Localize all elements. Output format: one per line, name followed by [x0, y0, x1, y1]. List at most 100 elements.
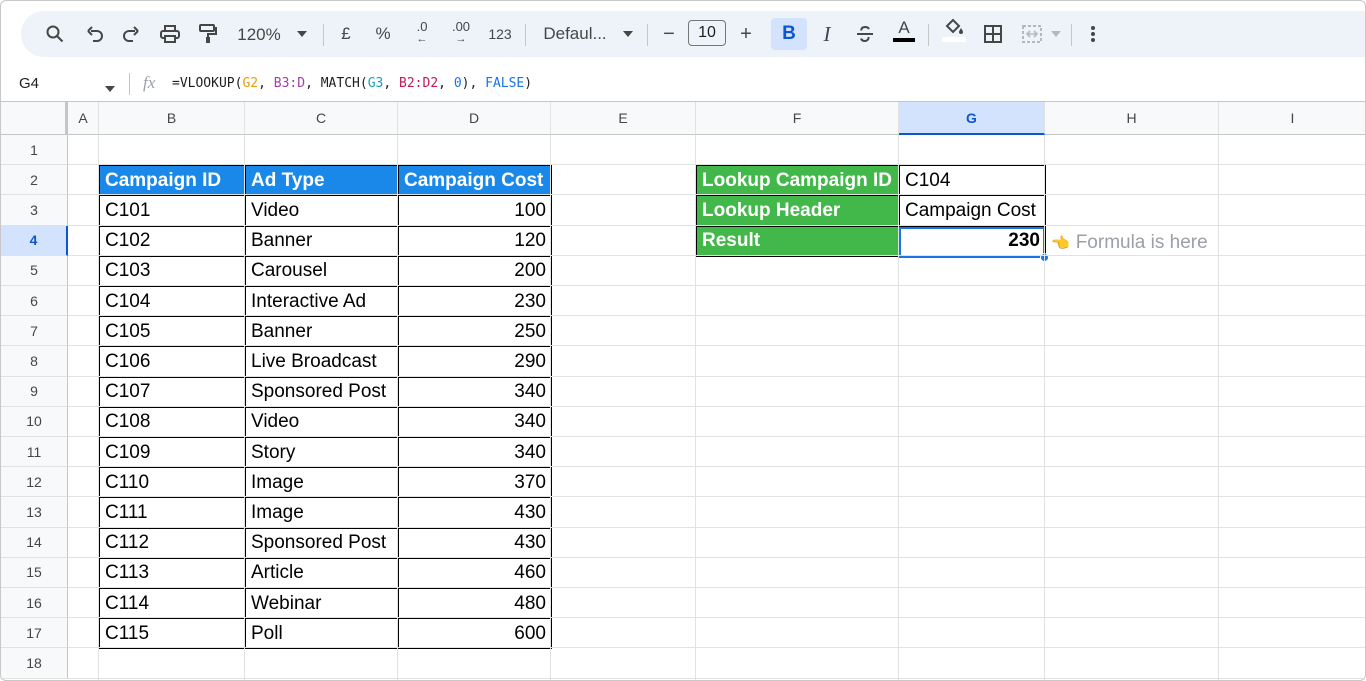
more-options-icon[interactable]: [1083, 11, 1103, 57]
number-format-button[interactable]: 123: [485, 11, 515, 57]
row-header-7[interactable]: 7: [1, 316, 68, 347]
column-header-i[interactable]: I: [1219, 102, 1365, 135]
row-header-4[interactable]: 4: [1, 225, 68, 256]
table-cell[interactable]: Article: [245, 557, 399, 589]
row-header-10[interactable]: 10: [1, 406, 68, 437]
table-cell[interactable]: 120: [398, 225, 552, 257]
table-cell[interactable]: Live Broadcast: [245, 346, 399, 378]
table-cell[interactable]: Video: [245, 406, 399, 438]
undo-icon[interactable]: [83, 11, 107, 57]
row-header-11[interactable]: 11: [1, 437, 68, 468]
row-header-15[interactable]: 15: [1, 557, 68, 588]
column-header-b[interactable]: B: [99, 102, 245, 135]
table-cell[interactable]: 200: [398, 255, 552, 287]
increase-decimal-button[interactable]: .00 →: [447, 9, 475, 55]
bold-button[interactable]: B: [771, 18, 807, 50]
row-header-17[interactable]: 17: [1, 618, 68, 649]
table-cell[interactable]: C115: [99, 618, 246, 650]
table-cell[interactable]: 370: [398, 467, 552, 499]
row-header-9[interactable]: 9: [1, 376, 68, 407]
row-header-14[interactable]: 14: [1, 527, 68, 558]
currency-format-button[interactable]: £: [336, 11, 356, 57]
column-header-e[interactable]: E: [551, 102, 696, 135]
table-cell[interactable]: 340: [398, 406, 552, 438]
column-header-a[interactable]: A: [68, 102, 99, 135]
row-header-1[interactable]: 1: [1, 135, 68, 166]
table-cell[interactable]: Image: [245, 467, 399, 499]
print-icon[interactable]: [158, 11, 182, 57]
zoom-dropdown-icon[interactable]: [293, 11, 311, 57]
paint-format-icon[interactable]: [196, 11, 220, 57]
merge-cells-icon[interactable]: [1019, 11, 1045, 57]
table-cell[interactable]: 290: [398, 346, 552, 378]
table-cell[interactable]: C109: [99, 437, 246, 469]
table-cell[interactable]: Poll: [245, 618, 399, 650]
table-cell[interactable]: 430: [398, 527, 552, 559]
table-cell[interactable]: C112: [99, 527, 246, 559]
row-header-3[interactable]: 3: [1, 195, 68, 226]
table-cell[interactable]: 600: [398, 618, 552, 650]
decrease-font-size-button[interactable]: −: [657, 11, 681, 57]
table-cell[interactable]: C110: [99, 467, 246, 499]
strikethrough-icon[interactable]: [853, 11, 877, 57]
table-cell[interactable]: Webinar: [245, 588, 399, 620]
name-box-dropdown-icon[interactable]: [105, 79, 115, 97]
table-cell[interactable]: C114: [99, 588, 246, 620]
row-header-2[interactable]: 2: [1, 165, 68, 196]
lookup-value-cell[interactable]: Campaign Cost: [899, 195, 1046, 227]
table-cell[interactable]: Interactive Ad: [245, 286, 399, 318]
table-cell[interactable]: C101: [99, 195, 246, 227]
fill-color-button[interactable]: [939, 7, 969, 53]
row-header-12[interactable]: 12: [1, 467, 68, 498]
column-header-d[interactable]: D: [398, 102, 551, 135]
table-cell[interactable]: C106: [99, 346, 246, 378]
table-cell[interactable]: 340: [398, 437, 552, 469]
row-header-16[interactable]: 16: [1, 588, 68, 619]
name-box[interactable]: G4: [19, 75, 39, 92]
font-size-input[interactable]: 10: [688, 20, 726, 46]
zoom-select[interactable]: 120%: [231, 12, 287, 58]
table-cell[interactable]: C102: [99, 225, 246, 257]
row-header-18[interactable]: 18: [1, 648, 68, 679]
table-cell[interactable]: 100: [398, 195, 552, 227]
font-dropdown-icon[interactable]: [619, 11, 637, 57]
table-cell[interactable]: 230: [398, 286, 552, 318]
formula-input[interactable]: =VLOOKUP(G2, B3:D, MATCH(G3, B2:D2, 0), …: [172, 76, 532, 91]
table-cell[interactable]: Image: [245, 497, 399, 529]
table-cell[interactable]: Story: [245, 437, 399, 469]
merge-dropdown-icon[interactable]: [1049, 11, 1063, 57]
table-cell[interactable]: C111: [99, 497, 246, 529]
decrease-decimal-button[interactable]: .0 ←: [409, 9, 435, 55]
increase-font-size-button[interactable]: +: [734, 11, 758, 57]
column-header-h[interactable]: H: [1045, 102, 1219, 135]
row-header-5[interactable]: 5: [1, 255, 68, 286]
table-cell[interactable]: C107: [99, 376, 246, 408]
table-cell[interactable]: 250: [398, 316, 552, 348]
column-header-f[interactable]: F: [696, 102, 899, 135]
row-header-8[interactable]: 8: [1, 346, 68, 377]
column-header-c[interactable]: C: [245, 102, 398, 135]
font-select[interactable]: Defaul...: [537, 11, 613, 57]
percent-format-button[interactable]: %: [373, 11, 393, 57]
table-cell[interactable]: 430: [398, 497, 552, 529]
select-all-corner[interactable]: [1, 102, 68, 135]
borders-icon[interactable]: [981, 11, 1005, 57]
row-header-13[interactable]: 13: [1, 497, 68, 528]
table-cell[interactable]: C108: [99, 406, 246, 438]
table-cell[interactable]: 460: [398, 557, 552, 589]
table-cell[interactable]: Sponsored Post: [245, 376, 399, 408]
table-cell[interactable]: C103: [99, 255, 246, 287]
table-cell[interactable]: C104: [99, 286, 246, 318]
table-cell[interactable]: Video: [245, 195, 399, 227]
search-icon[interactable]: [43, 11, 67, 57]
lookup-value-cell[interactable]: C104: [899, 165, 1046, 197]
table-cell[interactable]: C105: [99, 316, 246, 348]
table-cell[interactable]: Carousel: [245, 255, 399, 287]
redo-icon[interactable]: [119, 11, 143, 57]
table-cell[interactable]: C113: [99, 557, 246, 589]
table-cell[interactable]: 340: [398, 376, 552, 408]
text-color-button[interactable]: A: [891, 7, 917, 53]
italic-button[interactable]: I: [815, 11, 839, 57]
table-cell[interactable]: 480: [398, 588, 552, 620]
row-header-6[interactable]: 6: [1, 286, 68, 317]
